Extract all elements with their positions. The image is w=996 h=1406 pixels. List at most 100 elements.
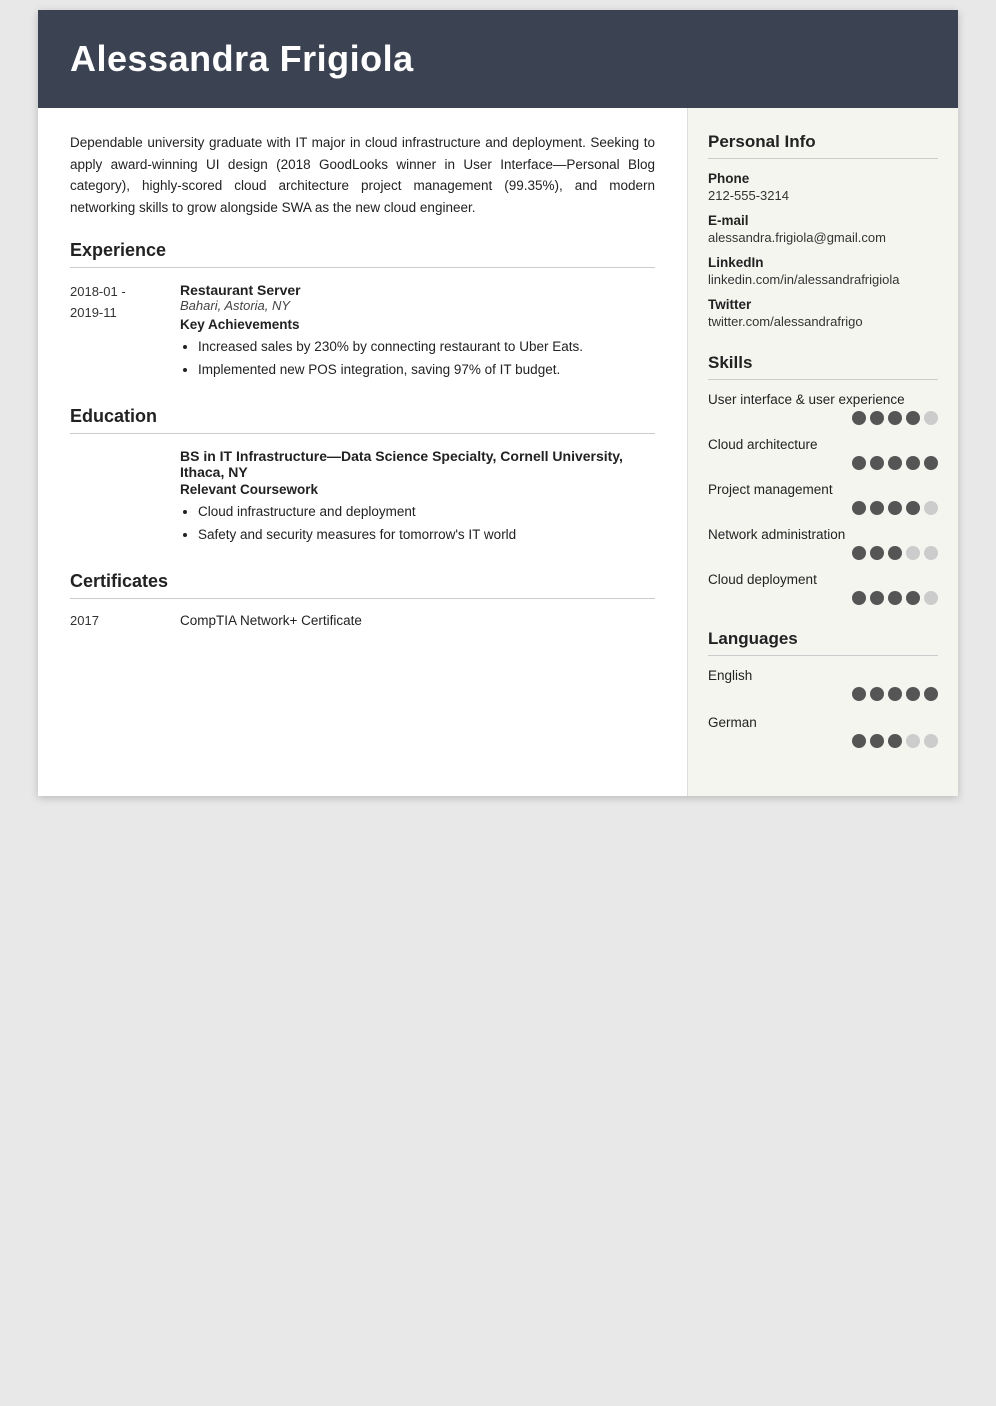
language-name: English <box>708 668 938 683</box>
skills-section: Skills User interface & user experience C… <box>708 353 938 605</box>
certificates-divider <box>70 598 655 599</box>
skill-dot <box>888 591 902 605</box>
skill-dot <box>906 591 920 605</box>
email-value: alessandra.frigiola@gmail.com <box>708 230 938 245</box>
skill-name: Cloud deployment <box>708 572 938 587</box>
skill-row: User interface & user experience <box>708 392 938 425</box>
language-dot <box>888 734 902 748</box>
skill-row: Cloud architecture <box>708 437 938 470</box>
experience-item: 2018-01 - 2019-11 Restaurant Server Baha… <box>70 282 655 382</box>
skill-dot <box>852 411 866 425</box>
skill-dot <box>906 411 920 425</box>
twitter-value: twitter.com/alessandrafrigo <box>708 314 938 329</box>
email-label: E-mail <box>708 213 938 228</box>
certificates-section: Certificates 2017 CompTIA Network+ Certi… <box>70 571 655 628</box>
date-start: 2018-01 - <box>70 282 180 303</box>
skill-dots <box>708 546 938 560</box>
skill-dot <box>870 456 884 470</box>
skill-row: Network administration <box>708 527 938 560</box>
skill-row: Project management <box>708 482 938 515</box>
skill-dot <box>924 591 938 605</box>
skill-dot <box>906 546 920 560</box>
language-dot <box>870 734 884 748</box>
phone-label: Phone <box>708 171 938 186</box>
language-dot <box>852 687 866 701</box>
skill-name: User interface & user experience <box>708 392 938 407</box>
languages-title: Languages <box>708 629 938 649</box>
cert-name: CompTIA Network+ Certificate <box>180 613 362 628</box>
twitter-label: Twitter <box>708 297 938 312</box>
skills-divider <box>708 379 938 380</box>
skills-list: User interface & user experience Cloud ar… <box>708 392 938 605</box>
job-title: Restaurant Server <box>180 282 655 298</box>
skill-dot <box>906 501 920 515</box>
language-dot <box>906 734 920 748</box>
experience-section: Experience 2018-01 - 2019-11 Restaurant … <box>70 240 655 382</box>
sidebar: Personal Info Phone 212-555-3214 E-mail … <box>688 108 958 796</box>
experience-details: Restaurant Server Bahari, Astoria, NY Ke… <box>180 282 655 382</box>
education-item: BS in IT Infrastructure—Data Science Spe… <box>70 448 655 547</box>
phone-value: 212-555-3214 <box>708 188 938 203</box>
skill-name: Network administration <box>708 527 938 542</box>
skill-dot <box>924 456 938 470</box>
resume-header: Alessandra Frigiola <box>38 10 958 108</box>
skill-dot <box>870 546 884 560</box>
skill-name: Project management <box>708 482 938 497</box>
language-row: German <box>708 715 938 748</box>
education-details: BS in IT Infrastructure—Data Science Spe… <box>180 448 655 547</box>
bullet-item: Implemented new POS integration, saving … <box>198 359 655 382</box>
skill-dots <box>708 501 938 515</box>
skill-dots <box>708 411 938 425</box>
skill-dot <box>888 546 902 560</box>
job-location: Bahari, Astoria, NY <box>180 298 655 313</box>
main-content: Dependable university graduate with IT m… <box>38 108 688 796</box>
skills-title: Skills <box>708 353 938 373</box>
bullet-item: Increased sales by 230% by connecting re… <box>198 336 655 359</box>
personal-info-section: Personal Info Phone 212-555-3214 E-mail … <box>708 132 938 329</box>
degree-title: BS in IT Infrastructure—Data Science Spe… <box>180 448 655 480</box>
date-end: 2019-11 <box>70 303 180 324</box>
skill-dots <box>708 591 938 605</box>
experience-divider <box>70 267 655 268</box>
language-dots <box>708 734 938 748</box>
skill-dot <box>888 411 902 425</box>
education-section: Education BS in IT Infrastructure—Data S… <box>70 406 655 547</box>
skill-name: Cloud architecture <box>708 437 938 452</box>
language-name: German <box>708 715 938 730</box>
coursework-item: Cloud infrastructure and deployment <box>198 501 655 524</box>
resume-body: Dependable university graduate with IT m… <box>38 108 958 796</box>
skill-dots <box>708 456 938 470</box>
skill-dot <box>852 546 866 560</box>
languages-section: Languages English German <box>708 629 938 748</box>
education-date-col <box>70 448 180 547</box>
skill-dot <box>924 501 938 515</box>
education-title: Education <box>70 406 655 427</box>
coursework-item: Safety and security measures for tomorro… <box>198 524 655 547</box>
skill-dot <box>888 501 902 515</box>
skill-dot <box>924 546 938 560</box>
language-dot <box>888 687 902 701</box>
skill-dot <box>924 411 938 425</box>
coursework-label: Relevant Coursework <box>180 482 655 497</box>
language-dot <box>924 734 938 748</box>
summary-text: Dependable university graduate with IT m… <box>70 132 655 218</box>
achievements-list: Increased sales by 230% by connecting re… <box>180 336 655 382</box>
linkedin-value: linkedin.com/in/alessandrafrigiola <box>708 272 938 287</box>
languages-list: English German <box>708 668 938 748</box>
achievements-label: Key Achievements <box>180 317 655 332</box>
personal-info-title: Personal Info <box>708 132 938 152</box>
certificates-title: Certificates <box>70 571 655 592</box>
skill-dot <box>852 456 866 470</box>
certificate-item: 2017 CompTIA Network+ Certificate <box>70 613 655 628</box>
language-dot <box>924 687 938 701</box>
skill-dot <box>870 411 884 425</box>
skill-dot <box>852 501 866 515</box>
language-dot <box>870 687 884 701</box>
skill-dot <box>852 591 866 605</box>
skill-dot <box>870 501 884 515</box>
skill-dot <box>870 591 884 605</box>
experience-dates: 2018-01 - 2019-11 <box>70 282 180 382</box>
linkedin-label: LinkedIn <box>708 255 938 270</box>
personal-info-divider <box>708 158 938 159</box>
language-row: English <box>708 668 938 701</box>
